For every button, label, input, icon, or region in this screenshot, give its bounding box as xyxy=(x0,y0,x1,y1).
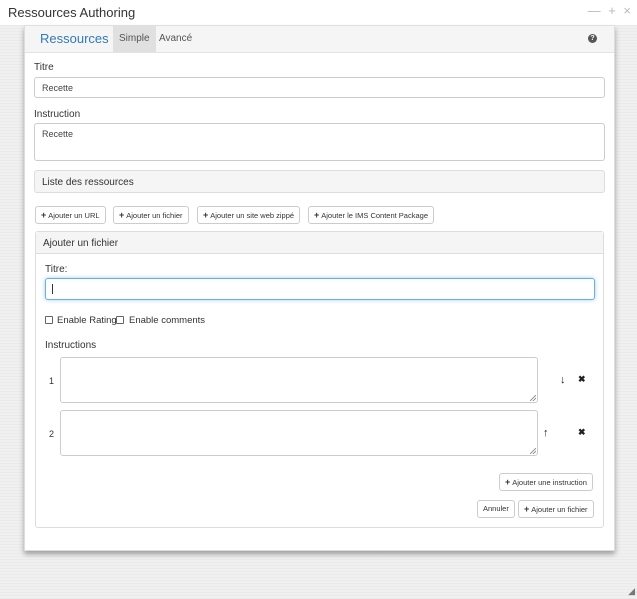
add-ims-package-button[interactable]: + Ajouter le IMS Content Package xyxy=(308,206,434,224)
main-panel: Ressources Simple Avancé ? Titre Recette… xyxy=(24,26,615,551)
close-icon[interactable]: × xyxy=(623,3,631,18)
instruction-2-textarea[interactable] xyxy=(60,410,538,456)
add-instruction-button[interactable]: + Ajouter une instruction xyxy=(499,473,593,491)
brand-label[interactable]: Ressources xyxy=(40,31,109,46)
enable-rating-label: Enable Rating xyxy=(57,315,117,326)
minimize-icon[interactable]: — xyxy=(588,3,601,18)
question-circle-icon[interactable]: ? xyxy=(588,34,597,43)
add-url-label: Ajouter un URL xyxy=(48,211,100,220)
delete-icon[interactable]: ✖ xyxy=(578,427,586,438)
add-zipped-site-button[interactable]: + Ajouter un site web zippé xyxy=(197,206,301,224)
add-file-button[interactable]: + Ajouter un fichier xyxy=(113,206,189,224)
instruction-number: 1 xyxy=(49,376,55,386)
instruction-textarea[interactable]: Recette xyxy=(34,123,605,161)
instruction-1-textarea[interactable] xyxy=(60,357,538,403)
app-title: Ressources Authoring xyxy=(8,5,136,20)
arrow-up-icon[interactable]: ↑ xyxy=(543,427,549,439)
add-instruction-label: Ajouter une instruction xyxy=(512,478,587,487)
title-bar: Ressources Authoring — + × xyxy=(0,0,637,26)
add-zipped-site-label: Ajouter un site web zippé xyxy=(210,211,295,220)
maximize-icon[interactable]: + xyxy=(608,3,616,18)
titre-field[interactable]: Recette xyxy=(34,77,605,98)
window-resize-grip-icon[interactable]: ◢ xyxy=(628,586,635,597)
window-controls: — + × xyxy=(584,3,631,18)
enable-comments-checkbox[interactable] xyxy=(116,316,124,324)
arrow-down-icon[interactable]: ↓ xyxy=(560,374,566,386)
resize-grip-icon[interactable] xyxy=(530,448,536,454)
plus-icon: + xyxy=(203,210,209,220)
cancel-button[interactable]: Annuler xyxy=(477,500,515,518)
delete-icon[interactable]: ✖ xyxy=(578,374,586,385)
add-ims-package-label: Ajouter le IMS Content Package xyxy=(321,211,428,220)
text-cursor xyxy=(52,284,53,294)
plus-icon: + xyxy=(119,210,125,220)
instruction-label: Instruction xyxy=(34,109,81,120)
instruction-number: 2 xyxy=(49,429,55,439)
file-titre-label: Titre: xyxy=(45,264,68,275)
resource-list-header: Liste des ressources xyxy=(34,170,605,193)
instructions-label: Instructions xyxy=(45,340,97,351)
enable-rating-checkbox[interactable] xyxy=(45,316,53,324)
enable-comments-label: Enable comments xyxy=(129,315,206,326)
tab-simple[interactable]: Simple xyxy=(113,26,156,52)
plus-icon: + xyxy=(41,210,47,220)
plus-icon: + xyxy=(524,504,530,514)
titre-label: Titre xyxy=(34,62,54,73)
file-titre-input[interactable] xyxy=(45,278,595,300)
tab-avance[interactable]: Avancé xyxy=(153,26,198,52)
plus-icon: + xyxy=(314,210,320,220)
add-file-panel: Ajouter un fichier Titre: Enable Rating … xyxy=(35,231,604,528)
add-url-button[interactable]: + Ajouter un URL xyxy=(35,206,106,224)
plus-icon: + xyxy=(505,477,511,487)
submit-add-file-button[interactable]: + Ajouter un fichier xyxy=(518,500,594,518)
submit-add-file-label: Ajouter un fichier xyxy=(531,505,588,514)
resize-grip-icon[interactable] xyxy=(530,395,536,401)
add-file-label: Ajouter un fichier xyxy=(126,211,183,220)
tab-bar: Ressources Simple Avancé ? xyxy=(25,26,614,53)
add-file-header: Ajouter un fichier xyxy=(36,232,603,254)
